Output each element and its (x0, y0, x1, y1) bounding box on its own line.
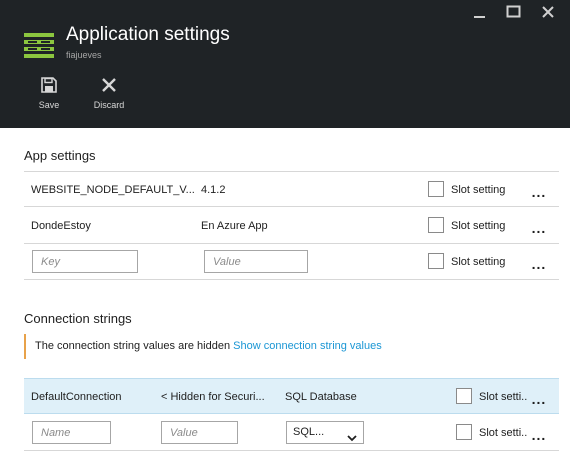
discard-icon (100, 76, 118, 94)
type-select-value: SQL... (293, 426, 325, 438)
minimize-icon[interactable] (472, 4, 488, 20)
slot-setting-label: Slot setting (451, 184, 506, 196)
notice-text: The connection string values are hidden (35, 340, 231, 352)
connection-value[interactable]: < Hidden for Securi... (161, 379, 274, 415)
discard-label: Discard (93, 100, 125, 110)
maximize-icon[interactable] (506, 4, 522, 20)
blade-header: Application settings fiajueves Save Disc… (0, 0, 570, 128)
app-settings-heading: App settings (24, 148, 96, 163)
show-values-link[interactable]: Show connection string values (233, 340, 382, 352)
window-controls (472, 4, 556, 20)
connection-type[interactable]: SQL Database (285, 379, 425, 415)
more-options-icon[interactable]: ... (529, 379, 549, 415)
setting-key[interactable]: WEBSITE_NODE_DEFAULT_V... (31, 172, 194, 208)
connection-strings-heading: Connection strings (24, 311, 132, 326)
type-select[interactable]: SQL... (286, 421, 364, 444)
setting-value[interactable]: 4.1.2 (201, 172, 401, 208)
slot-setting-label: Slot setti... (479, 427, 527, 439)
page-title: Application settings (66, 24, 230, 45)
close-icon[interactable] (540, 4, 556, 20)
new-app-setting-row: Slot setting ... (24, 244, 559, 280)
connection-name[interactable]: DefaultConnection (31, 379, 156, 415)
more-options-icon[interactable]: ... (529, 208, 549, 244)
slot-setting-checkbox[interactable] (428, 181, 444, 197)
save-icon (40, 76, 58, 94)
slot-setting-label: Slot setting (451, 220, 506, 232)
save-label: Save (38, 100, 60, 110)
page-subtitle: fiajueves (66, 50, 102, 60)
app-setting-row: WEBSITE_NODE_DEFAULT_V... 4.1.2 Slot set… (24, 171, 559, 207)
app-setting-row: DondeEstoy En Azure App Slot setting ... (24, 208, 559, 244)
setting-key[interactable]: DondeEstoy (31, 208, 194, 244)
more-options-icon[interactable]: ... (529, 244, 549, 280)
value-input[interactable] (161, 421, 238, 444)
app-settings-icon (24, 30, 54, 60)
slot-setting-label: Slot setti... (479, 391, 527, 403)
slot-setting-checkbox[interactable] (428, 253, 444, 269)
hidden-values-notice: The connection string values are hidden … (24, 334, 559, 359)
discard-button[interactable]: Discard (81, 76, 137, 110)
save-button[interactable]: Save (21, 76, 77, 110)
slot-setting-checkbox[interactable] (456, 424, 472, 440)
value-input[interactable] (204, 250, 308, 273)
more-options-icon[interactable]: ... (529, 415, 549, 451)
slot-setting-checkbox[interactable] (428, 217, 444, 233)
slot-setting-label: Slot setting (451, 256, 506, 268)
name-input[interactable] (32, 421, 111, 444)
connection-string-row[interactable]: DefaultConnection < Hidden for Securi...… (24, 378, 559, 414)
slot-setting-checkbox[interactable] (456, 388, 472, 404)
more-options-icon[interactable]: ... (529, 172, 549, 208)
setting-value[interactable]: En Azure App (201, 208, 401, 244)
chevron-down-icon (347, 429, 357, 450)
key-input[interactable] (32, 250, 138, 273)
new-connection-string-row: SQL... Slot setti... ... (24, 415, 559, 451)
